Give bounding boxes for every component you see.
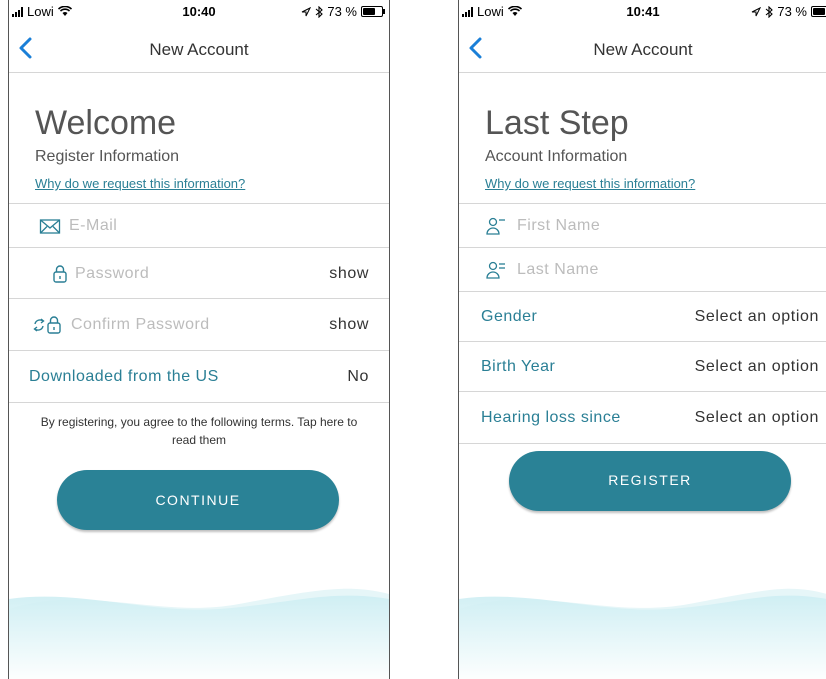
confirm-show-toggle[interactable]: show: [329, 316, 369, 334]
person-icon: [486, 217, 505, 235]
password-field[interactable]: Password show: [9, 247, 389, 299]
status-right: 73 %: [301, 4, 385, 19]
bluetooth-icon: [766, 5, 774, 18]
wave-decoration: [459, 588, 826, 679]
person-lines-icon: [486, 261, 505, 279]
status-right: 73 %: [751, 4, 826, 19]
wave-decoration: [9, 588, 389, 679]
downloaded-us-row[interactable]: Downloaded from the US No: [9, 350, 389, 403]
confirm-password-field[interactable]: Confirm Password show: [9, 298, 389, 351]
birth-year-label: Birth Year: [481, 358, 556, 375]
page-subtitle: Register Information: [35, 148, 180, 165]
nav-title: New Account: [149, 40, 249, 59]
first-name-placeholder: First Name: [517, 217, 601, 234]
location-icon: [302, 6, 312, 16]
hearing-loss-select[interactable]: Select an option: [695, 409, 819, 427]
battery-percent: 73 %: [327, 4, 357, 19]
birth-year-row[interactable]: Birth Year Select an option: [459, 341, 826, 392]
hearing-loss-row[interactable]: Hearing loss since Select an option: [459, 391, 826, 444]
register-button[interactable]: REGISTER: [509, 451, 791, 511]
email-placeholder: E-Mail: [69, 217, 118, 234]
password-placeholder: Password: [75, 264, 150, 282]
battery-percent: 73 %: [777, 4, 807, 19]
downloaded-us-label: Downloaded from the US: [29, 367, 219, 385]
why-info-link[interactable]: Why do we request this information?: [485, 176, 695, 191]
downloaded-us-value[interactable]: No: [347, 368, 369, 386]
envelope-icon: [39, 219, 61, 234]
bluetooth-icon: [316, 5, 324, 18]
gender-label: Gender: [481, 308, 538, 325]
terms-link[interactable]: By registering, you agree to the followi…: [29, 413, 369, 449]
status-bar: Lowi 10:41 73 %: [459, 0, 826, 24]
page-title: Last Step: [485, 104, 629, 142]
email-field[interactable]: E-Mail: [9, 203, 389, 248]
welcome-screen: Lowi 10:40 73 % New Account Welcome Regi…: [8, 0, 390, 679]
lock-icon: [53, 264, 67, 283]
navigation-bar: New Account: [9, 24, 389, 73]
last-name-placeholder: Last Name: [517, 261, 599, 278]
battery-icon: [811, 6, 826, 17]
nav-title: New Account: [593, 40, 693, 59]
last-name-field[interactable]: Last Name: [459, 247, 826, 292]
gender-row[interactable]: Gender Select an option: [459, 291, 826, 342]
gender-select[interactable]: Select an option: [695, 308, 819, 326]
page-subtitle: Account Information: [485, 148, 628, 165]
birth-year-select[interactable]: Select an option: [695, 358, 819, 376]
refresh-lock-icon: [33, 316, 61, 334]
hearing-loss-label: Hearing loss since: [481, 408, 621, 426]
status-bar: Lowi 10:40 73 %: [9, 0, 389, 24]
why-info-link[interactable]: Why do we request this information?: [35, 176, 245, 191]
navigation-bar: New Account: [459, 24, 826, 73]
confirm-password-placeholder: Confirm Password: [71, 316, 210, 333]
password-show-toggle[interactable]: show: [329, 265, 369, 283]
continue-button[interactable]: CONTINUE: [57, 470, 339, 530]
battery-icon: [361, 6, 385, 17]
page-title: Welcome: [35, 104, 177, 142]
location-icon: [752, 6, 762, 16]
first-name-field[interactable]: First Name: [459, 203, 826, 248]
last-step-screen: Lowi 10:41 73 % New Account Last Step Ac…: [458, 0, 826, 679]
